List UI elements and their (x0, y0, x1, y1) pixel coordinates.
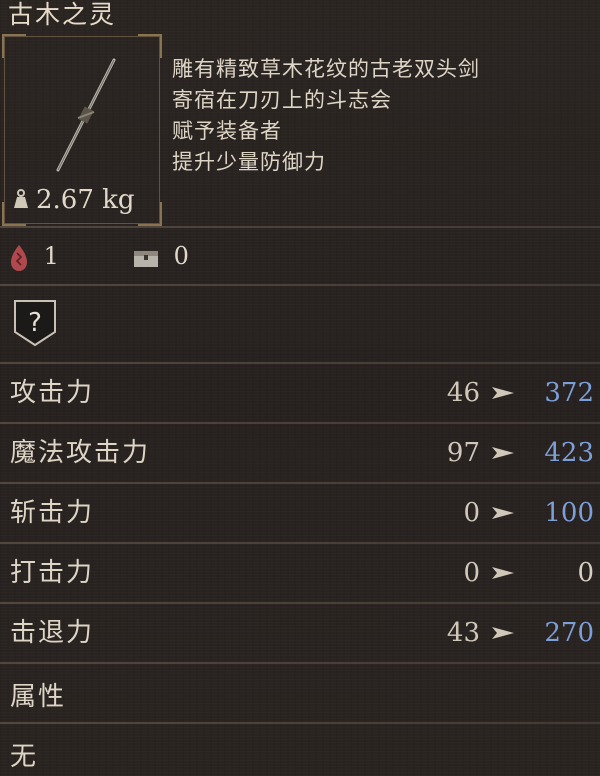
divider (0, 662, 600, 664)
stat-base-value: 0 (463, 498, 480, 528)
description-line: 提升少量防御力 (172, 150, 326, 174)
stat-row-magic-attack: 魔法攻击力 97 423 (0, 424, 600, 482)
frame-corner-ornament (2, 34, 26, 58)
stat-new-value: 100 (544, 498, 594, 528)
stat-label: 魔法攻击力 (10, 438, 151, 468)
twinblade-icon (56, 58, 116, 172)
count-value: 0 (173, 242, 189, 270)
frame-corner-ornament (138, 34, 162, 58)
chest-icon (134, 250, 158, 267)
stat-new-value: 0 (577, 558, 594, 588)
stat-row-knockdown: 击退力 43 270 (0, 604, 600, 662)
stat-row-slash: 斩击力 0 100 (0, 484, 600, 542)
affinity-symbol: ? (28, 308, 42, 338)
attribute-label: 属性 (10, 682, 67, 712)
stat-label: 击退力 (10, 618, 95, 648)
stat-base-value: 97 (446, 438, 480, 468)
stat-new-value: 372 (544, 378, 594, 408)
item-weight: 2.67 kg (10, 184, 135, 216)
description-line: 赋予装备者 (172, 119, 282, 143)
stat-label: 攻击力 (10, 378, 95, 408)
weight-icon (14, 189, 28, 208)
stat-new-value: 270 (544, 618, 594, 648)
item-name: 古木之灵 (8, 0, 117, 29)
stat-base-value: 0 (463, 558, 480, 588)
divider (0, 284, 600, 286)
frame-corner-ornament (138, 202, 162, 226)
divider (0, 722, 600, 724)
stat-label: 打击力 (10, 558, 95, 588)
count-bloodstain: 1 (8, 238, 59, 274)
item-description: 雕有精致草木花纹的古老双头剑 寄宿在刀刃上的斗志会 赋予装备者 提升少量防御力 (172, 54, 592, 178)
divider (0, 226, 600, 228)
count-chest: 0 (132, 238, 189, 274)
stat-base-value: 43 (446, 618, 480, 648)
weight-value: 2.67 kg (36, 185, 135, 215)
stat-base-value: 46 (446, 378, 480, 408)
stat-label: 斩击力 (10, 498, 95, 528)
attribute-value: 无 (10, 742, 39, 772)
stat-new-value: 423 (544, 438, 594, 468)
stat-row-attack: 攻击力 46 372 (0, 364, 600, 422)
stat-row-strike: 打击力 0 0 (0, 544, 600, 602)
description-line: 雕有精致草木花纹的古老双头剑 (172, 57, 480, 81)
question-mark-icon: ? (14, 300, 56, 347)
bloodstain-icon (11, 244, 27, 271)
description-line: 寄宿在刀刃上的斗志会 (172, 88, 392, 112)
count-value: 1 (43, 242, 59, 270)
